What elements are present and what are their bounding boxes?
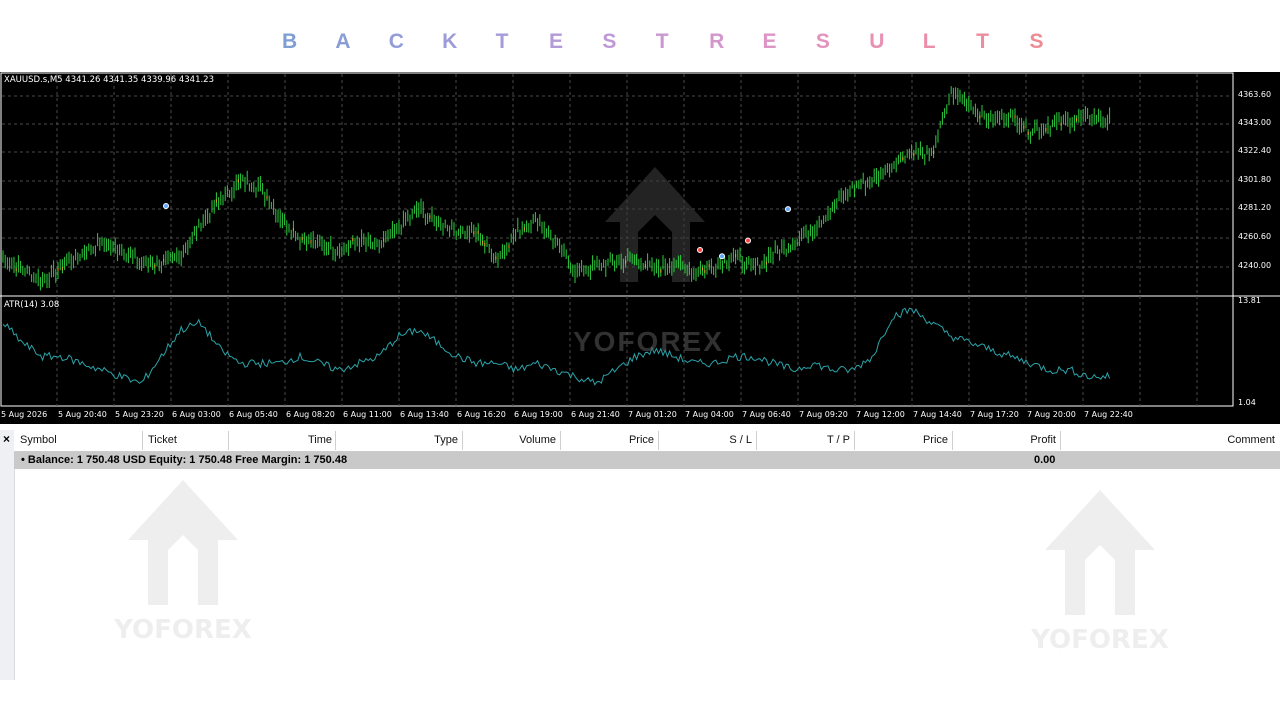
time-axis-label: 7 Aug 20:00: [1027, 410, 1076, 419]
trade-marker: [719, 253, 725, 260]
profit-total: 0.00: [1034, 454, 1056, 466]
title-letter: S: [602, 30, 617, 53]
column-header[interactable]: S / L: [729, 434, 752, 446]
price-axis-label: 4281.20: [1238, 203, 1272, 212]
svg-text:YOFOREX: YOFOREX: [113, 615, 252, 645]
terminal-panel: × Symbol Ticket Time Type Volume Price S / L T …: [0, 430, 1280, 680]
title-letter: C: [388, 30, 404, 53]
column-separator[interactable]: [462, 431, 463, 450]
balance-row[interactable]: • Balance: 1 750.48 USD Equity: 1 750.48…: [14, 452, 1280, 469]
column-separator[interactable]: [952, 431, 953, 450]
time-axis-label: 7 Aug 17:20: [970, 410, 1019, 419]
trade-marker: [697, 247, 703, 253]
terminal-sidebar: ×: [0, 430, 15, 680]
symbol-info: XAUUSD.s,M5 4341.26 4341.35 4339.96 4341…: [4, 75, 215, 85]
time-axis-label: 7 Aug 22:40: [1084, 410, 1133, 419]
column-separator[interactable]: [560, 431, 561, 450]
time-axis-label: 5 Aug 2026: [1, 410, 48, 419]
trade-marker: [785, 206, 791, 213]
price-axis-label: 4343.00: [1238, 118, 1272, 127]
column-header[interactable]: Type: [434, 434, 458, 446]
yoforex-logo-watermark: YOFOREX: [1030, 490, 1169, 655]
column-separator[interactable]: [142, 431, 143, 450]
yoforex-logo-watermark: YOFOREX: [113, 480, 252, 645]
time-axis-label: 7 Aug 04:00: [685, 410, 734, 419]
price-axis-label: 4240.00: [1238, 261, 1272, 270]
watermark-text: YOFOREX: [573, 326, 724, 357]
time-axis-label: 5 Aug 20:40: [58, 410, 107, 419]
price-chart[interactable]: XAUUSD.s,M5 4341.26 4341.35 4339.96 4341…: [0, 72, 1280, 424]
price-axis-label: 4363.60: [1238, 90, 1272, 99]
title-letter: U: [869, 30, 885, 53]
trade-marker: [745, 237, 751, 244]
price-axis-label: 4322.40: [1238, 146, 1272, 155]
title-letter: B: [282, 30, 298, 53]
time-axis-label: 6 Aug 16:20: [457, 410, 506, 419]
terminal-header: Symbol Ticket Time Type Volume Price S / L T / …: [14, 430, 1280, 452]
chart-canvas: [0, 72, 1280, 407]
column-header[interactable]: Ticket: [148, 434, 177, 446]
column-separator[interactable]: [1060, 431, 1061, 450]
time-axis-label: 6 Aug 05:40: [229, 410, 278, 419]
title-letter: T: [976, 30, 989, 53]
page-title: BACKTESTRESULTS: [282, 30, 1083, 54]
time-axis-label: 7 Aug 01:20: [628, 410, 677, 419]
column-header[interactable]: Price: [629, 434, 654, 446]
title-letter: E: [762, 30, 777, 53]
title-letter: S: [1029, 30, 1044, 53]
atr-axis-label: 1.04: [1238, 398, 1256, 407]
balance-text: • Balance: 1 750.48 USD Equity: 1 750.48…: [21, 454, 348, 466]
title-letter: R: [709, 30, 725, 53]
column-header[interactable]: Time: [308, 434, 332, 446]
title-letter: E: [548, 30, 563, 53]
title-letter: T: [495, 30, 509, 53]
title-letter: A: [335, 30, 351, 53]
trade-marker: [163, 203, 169, 209]
svg-text:YOFOREX: YOFOREX: [1030, 625, 1169, 655]
column-header[interactable]: Price: [923, 434, 948, 446]
time-axis-label: 6 Aug 13:40: [400, 410, 449, 419]
indicator-info: ATR(14) 3.08: [4, 300, 60, 310]
column-header[interactable]: T / P: [827, 434, 850, 446]
column-separator[interactable]: [854, 431, 855, 450]
column-header[interactable]: Symbol: [20, 434, 57, 446]
time-axis-label: 7 Aug 09:20: [799, 410, 848, 419]
column-header[interactable]: Volume: [519, 434, 556, 446]
column-header[interactable]: Profit: [1030, 434, 1056, 446]
time-axis-label: 7 Aug 06:40: [742, 410, 791, 419]
column-header[interactable]: Comment: [1227, 434, 1275, 446]
column-separator[interactable]: [658, 431, 659, 450]
atr-axis-label: 13.81: [1238, 296, 1261, 305]
time-axis-label: 7 Aug 14:40: [913, 410, 962, 419]
title-letter: S: [815, 30, 830, 53]
column-separator[interactable]: [756, 431, 757, 450]
time-axis-label: 6 Aug 21:40: [571, 410, 620, 419]
close-icon[interactable]: ×: [3, 432, 10, 446]
price-axis-label: 4301.80: [1238, 175, 1272, 184]
title-letter: T: [655, 30, 669, 53]
time-axis-label: 6 Aug 03:00: [172, 410, 221, 419]
column-separator[interactable]: [335, 431, 336, 450]
title-letter: L: [922, 30, 936, 53]
yoforex-logo-watermark: [605, 167, 705, 282]
time-axis-label: 7 Aug 12:00: [856, 410, 905, 419]
price-axis-label: 4260.60: [1238, 232, 1272, 241]
column-separator[interactable]: [228, 431, 229, 450]
time-axis-label: 6 Aug 11:00: [343, 410, 392, 419]
time-axis-label: 5 Aug 23:20: [115, 410, 164, 419]
time-axis-label: 6 Aug 19:00: [514, 410, 563, 419]
time-axis-label: 6 Aug 08:20: [286, 410, 335, 419]
title-letter: K: [442, 30, 458, 53]
atr-line: [2, 307, 1111, 386]
